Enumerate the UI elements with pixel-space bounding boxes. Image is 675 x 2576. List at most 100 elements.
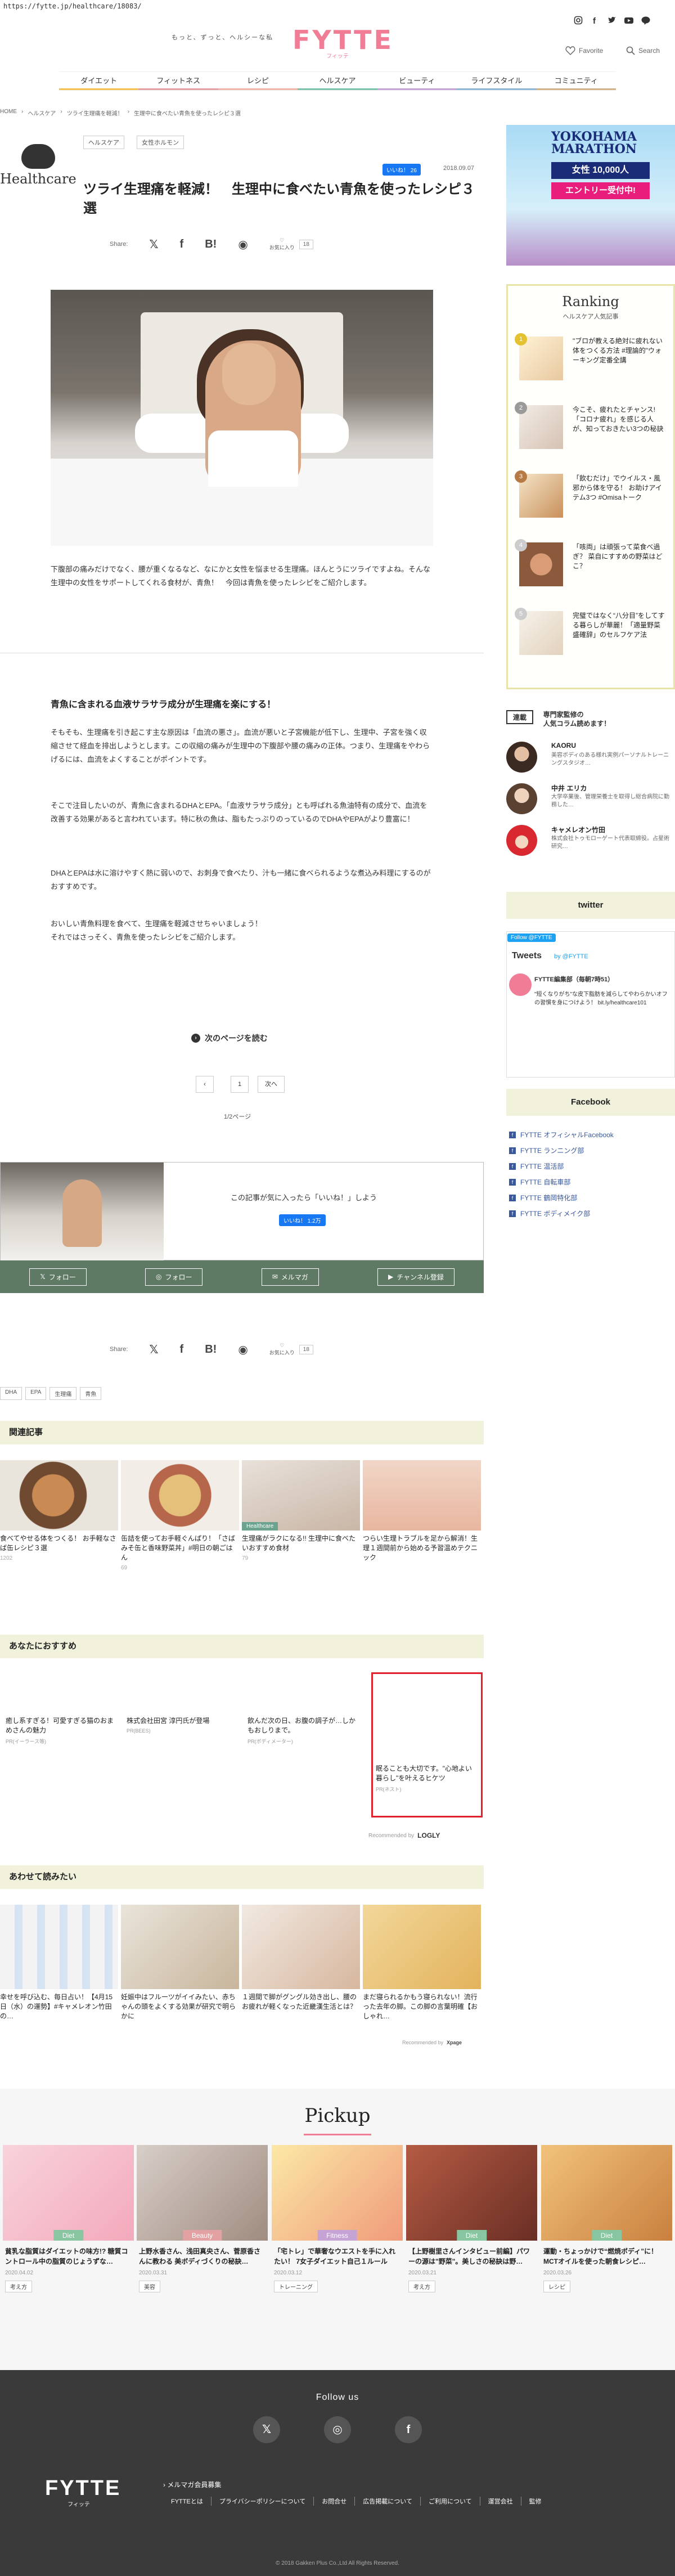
recommend-item[interactable]: 眠ることも大切です。"心地よい暮らし"を叶えるヒケツ PR(ネスト) <box>376 1764 477 1793</box>
facebook-link[interactable]: f FYTTE ボディメイク部 <box>509 1209 590 1218</box>
facebook-link[interactable]: f FYTTE ランニング部 <box>509 1146 584 1155</box>
hatena-bookmark-icon[interactable]: B! <box>205 238 217 251</box>
facebook-link[interactable]: f FYTTE 自転車部 <box>509 1177 570 1187</box>
footer-link[interactable]: プライバシーポリシーについて <box>212 2497 314 2506</box>
pickup-card[interactable]: Diet 貧乳な脂質はダイエットの味方!? 糖質コントロール中の脂質のじょうずな… <box>3 2145 134 2292</box>
facebook-icon[interactable]: f <box>395 2416 422 2443</box>
pickup-category[interactable]: 美容 <box>139 2281 160 2292</box>
favorite-article-button[interactable]: ♡ お気に入り <box>269 1343 295 1356</box>
url-bar[interactable]: https://fytte.jp/healthcare/18083/ <box>0 0 675 11</box>
pickup-category[interactable]: 考え方 <box>5 2281 32 2292</box>
hatena-bookmark-icon[interactable]: B! <box>205 1343 217 1356</box>
also-read-card[interactable]: 妊娠中はフルーツがイイみたい、赤ちゃんの頭をよくする効果が研究で明らかに <box>121 1905 239 2021</box>
favorite-button[interactable]: Favorite <box>565 46 603 55</box>
related-card[interactable]: つらい生理トラブルを足から解消！生理１週間前から始める予習温めテクニック <box>363 1460 481 1565</box>
youtube-subscribe-button[interactable]: ▶ チャンネル登録 <box>377 1268 454 1286</box>
facebook-share-icon[interactable]: f <box>180 1343 184 1356</box>
search-button[interactable]: Search <box>626 46 660 55</box>
twitter-follow-button[interactable]: 𝕏 フォロー <box>29 1268 87 1286</box>
article-tag[interactable]: ヘルスケア <box>83 136 124 149</box>
related-card[interactable]: 缶詰を使ってお手軽ぐんぱり！「さばみそ缶と香味野菜丼」#明日の朝ごはん 69 <box>121 1460 239 1571</box>
instagram-follow-button[interactable]: ◎ フォロー <box>145 1268 203 1286</box>
pickup-card[interactable]: Diet 運動・ちょっかけで“燃焼ボディ”に！ MCTオイルを使った朝食レシピ…… <box>541 2145 672 2292</box>
breadcrumb-home[interactable]: HOME <box>0 109 17 117</box>
tag-link[interactable]: EPA <box>25 1387 47 1400</box>
pickup-category[interactable]: トレーニング <box>274 2281 318 2292</box>
sidebar-ad[interactable]: YOKOHAMA MARATHON 女性 10,000人 エントリー受付中! <box>506 125 675 266</box>
logly-logo[interactable]: LOGLY <box>417 1832 440 1839</box>
pager-prev[interactable]: ‹ <box>196 1076 214 1093</box>
instagram-icon[interactable]: ◎ <box>324 2416 351 2443</box>
facebook-link[interactable]: f FYTTE 温活部 <box>509 1161 564 1171</box>
pickup-title: 貧乳な脂質はダイエットの味方!? 糖質コントロール中の脂質のじょうずな… <box>5 2247 128 2265</box>
footer-link[interactable]: FYTTEとは <box>163 2497 212 2506</box>
also-read-card[interactable]: １週間で脚がグングル効き出し、腰のお疲れが軽くなった近畿漢生活とは？ <box>242 1905 360 2012</box>
next-page-link[interactable]: › 次のページを読む <box>191 1033 268 1044</box>
footer-link[interactable]: 広告掲載について <box>355 2497 421 2506</box>
facebook-link[interactable]: f FYTTE オフィシャルFacebook <box>509 1130 614 1139</box>
nav-beauty[interactable]: ビューティ <box>377 72 457 90</box>
site-logo[interactable]: FYTTE フィッテ <box>292 26 392 60</box>
like-box-button[interactable]: いいね！ 1.2万 <box>279 1214 326 1226</box>
expert-tab[interactable]: 連載 <box>506 710 534 724</box>
tag-link[interactable]: 生理痛 <box>50 1387 77 1400</box>
twitter-icon[interactable] <box>608 16 616 25</box>
newsletter-link[interactable]: › メルマガ会員募集 <box>163 2480 221 2489</box>
newsletter-button[interactable]: ✉ メルマガ <box>261 1268 319 1286</box>
also-read-card[interactable]: まだ寝られるかもう寝られない！流行った去年の脚。この脚の言葉明確【おしゃれ… <box>363 1905 481 2021</box>
expert-item[interactable]: KAORU 美容ボディのある様れ実例パーソナルトレーニングスタジオ… <box>506 742 675 775</box>
facebook-share-icon[interactable]: f <box>180 238 184 251</box>
expert-item[interactable]: 中井 エリカ 大学卒業後、管理栄養士を取得し総合病院に勤務した… <box>506 783 675 817</box>
breadcrumb-category[interactable]: ヘルスケア <box>28 109 56 117</box>
tag-link[interactable]: 青魚 <box>80 1387 102 1400</box>
pickup-category[interactable]: レシピ <box>543 2281 570 2292</box>
related-card[interactable]: 食べてやせる体をつくる！ お手軽なさば缶レシピ３選 1202 <box>0 1460 118 1561</box>
also-read-card[interactable]: 幸せを呼び込む、毎日占い！【4月15日（水）の運勢】#キャメレオン竹田の… <box>0 1905 118 2021</box>
nav-community[interactable]: コミュニティ <box>536 72 616 90</box>
youtube-icon[interactable] <box>624 16 633 25</box>
twitter-share-icon[interactable]: 𝕏 <box>149 237 158 252</box>
line-icon[interactable] <box>641 16 650 25</box>
favorite-article-button[interactable]: ♡ お気に入り <box>269 237 295 251</box>
ranking-item[interactable]: 4 「咳両」は頑張って菜食べ過ぎ？ 菜自にすすめの野菜はどこ？ <box>515 539 665 604</box>
twitter-share-icon[interactable]: 𝕏 <box>149 1343 158 1357</box>
related-card[interactable]: Healthcare 生理痛がラクになる!! 生理中に食べたいおすすめ食材 79 <box>242 1460 360 1561</box>
share-bar-top: Share: 𝕏 f B! ◉ ♡ お気に入り 18 <box>110 233 313 255</box>
ranking-item[interactable]: 3 「飲むだけ」でウイルス・風邪から体を守る！ お助けアイテム3つ #Omisa… <box>515 470 665 536</box>
recommend-item[interactable]: 飲んだ次の日、お腹の調子が…しかもおしりまで。 PR(ボディメーター) <box>248 1716 357 1745</box>
tweets-by[interactable]: by @FYTTE <box>554 953 588 960</box>
footer-link[interactable]: 監修 <box>521 2497 550 2506</box>
xpage-logo[interactable]: Xpage <box>447 2040 462 2045</box>
tag-link[interactable]: DHA <box>0 1387 22 1400</box>
nav-recipe[interactable]: レシピ <box>218 72 298 90</box>
ranking-item[interactable]: 5 完璧ではなく“八分目”をしてする暮らしが華麗！「適量野菜盛確辞」のセルフケア… <box>515 608 665 673</box>
nav-healthcare[interactable]: ヘルスケア <box>298 72 377 90</box>
twitter-icon[interactable]: 𝕏 <box>253 2416 280 2443</box>
instagram-icon[interactable] <box>574 16 583 25</box>
recommend-item[interactable]: 癒し系すぎる！可愛すぎる猫のおまめさんの魅力 PR(イーラース等) <box>6 1716 115 1745</box>
pickup-category[interactable]: 考え方 <box>408 2281 435 2292</box>
article-tag[interactable]: 女性ホルモン <box>137 136 184 149</box>
line-share-icon[interactable]: ◉ <box>238 237 248 252</box>
recommend-item[interactable]: 株式会社田宮 淳円氏が登場 PR(BEES) <box>127 1716 236 1734</box>
ranking-item[interactable]: 2 今こそ、疲れたとチャンス!「コロナ疲れ」を感じる人が、知っておきたい3つの秘… <box>515 402 665 467</box>
footer-link[interactable]: お問合せ <box>314 2497 356 2506</box>
pickup-card[interactable]: Beauty 上野水香さん、浅田真央さん、菅原香さんに教わる 美ボディづくりの秘… <box>137 2145 268 2292</box>
twitter-follow-button[interactable]: Follow @FYTTE <box>507 934 556 942</box>
nav-diet[interactable]: ダイエット <box>59 72 139 90</box>
facebook-like-button[interactable]: いいね！ 26 <box>382 164 421 176</box>
facebook-icon[interactable]: f <box>591 16 600 26</box>
nav-fitness[interactable]: フィットネス <box>138 72 218 90</box>
facebook-link-label: FYTTE オフィシャルFacebook <box>520 1131 614 1139</box>
expert-item[interactable]: キャメレオン竹田 株式会社トゥモローゲート代表取締役。占星術研究… <box>506 825 675 859</box>
footer-link[interactable]: ご利用について <box>421 2497 480 2506</box>
pickup-card[interactable]: Fitness 「宅トレ」で華奢なウエストを手に入れたい！ 7女子ダイエット自己… <box>272 2145 403 2292</box>
nav-lifestyle[interactable]: ライフスタイル <box>457 72 537 90</box>
pager-next[interactable]: 次へ <box>258 1076 285 1093</box>
line-share-icon[interactable]: ◉ <box>238 1343 248 1357</box>
pickup-card[interactable]: Diet 【上野樹里さんインタビュー前編】パワーの源は"野菜"。美しさの秘訣は野… <box>406 2145 537 2292</box>
facebook-link[interactable]: f FYTTE 鶴岡特化部 <box>509 1193 577 1202</box>
footer-link[interactable]: 運営会社 <box>480 2497 521 2506</box>
ranking-item[interactable]: 1 "ブロが教える絶対に疲れない体をつくる方法 #理論的"ウォーキング定番全講 <box>515 333 665 398</box>
footer-logo[interactable]: FYTTE フィッテ <box>45 2477 129 2508</box>
